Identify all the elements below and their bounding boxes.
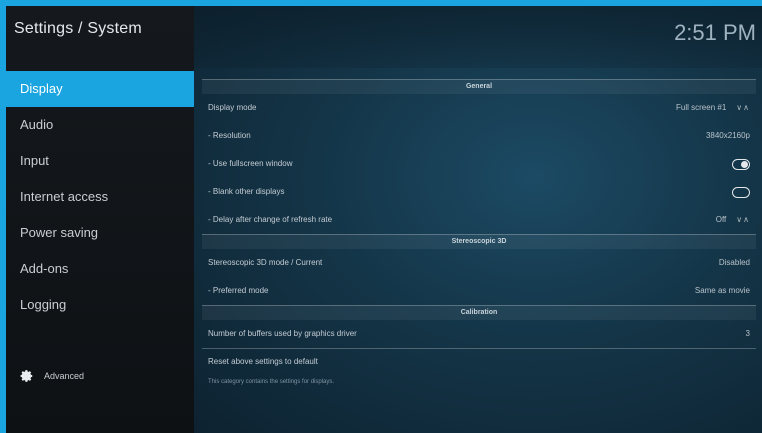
settings-panel: 2:51 PM General Display mode Full screen… — [194, 6, 762, 433]
setting-blank-other-displays[interactable]: - Blank other displays — [202, 178, 756, 206]
setting-refresh-delay[interactable]: - Delay after change of refresh rate Off… — [202, 206, 756, 234]
setting-value: Same as movie — [694, 286, 750, 295]
app-window: Settings / System Display Audio Input In… — [6, 6, 762, 433]
setting-label: Stereoscopic 3D mode / Current — [208, 258, 323, 267]
sidebar-item-add-ons[interactable]: Add-ons — [6, 251, 194, 287]
setting-use-fullscreen-window[interactable]: - Use fullscreen window — [202, 150, 756, 178]
reset-settings-button[interactable]: Reset above settings to default — [202, 348, 756, 375]
setting-label: Reset above settings to default — [208, 357, 318, 366]
toggle-off-icon[interactable] — [732, 186, 750, 198]
setting-value: Off — [715, 215, 727, 224]
setting-value: Disabled — [718, 258, 750, 267]
toggle-on-icon[interactable] — [732, 158, 750, 170]
setting-value: 3840x2160p — [705, 131, 750, 140]
gear-icon — [20, 370, 33, 382]
sidebar-item-internet-access[interactable]: Internet access — [6, 179, 194, 215]
setting-display-mode[interactable]: Display mode Full screen #1 ∨∧ — [202, 94, 756, 122]
setting-graphics-buffers[interactable]: Number of buffers used by graphics drive… — [202, 320, 756, 348]
advanced-label: Advanced — [44, 371, 85, 381]
section-header-general: General — [202, 79, 756, 94]
page-title: Settings / System — [14, 20, 142, 37]
section-header-calibration: Calibration — [202, 305, 756, 320]
setting-label: - Resolution — [208, 131, 251, 140]
settings-list: General Display mode Full screen #1 ∨∧ -… — [202, 79, 756, 389]
setting-stereoscopic-mode[interactable]: Stereoscopic 3D mode / Current Disabled — [202, 249, 756, 277]
spinner-arrows-icon[interactable]: ∨∧ — [736, 94, 750, 122]
setting-label: Display mode — [208, 103, 257, 112]
setting-resolution[interactable]: - Resolution 3840x2160p — [202, 122, 756, 150]
setting-label: Number of buffers used by graphics drive… — [208, 329, 357, 338]
sidebar-item-display[interactable]: Display — [6, 71, 194, 107]
sidebar-item-power-saving[interactable]: Power saving — [6, 215, 194, 251]
setting-value: Full screen #1 — [676, 103, 727, 112]
spinner-arrows-icon[interactable]: ∨∧ — [736, 206, 750, 234]
sidebar-nav: Display Audio Input Internet access Powe… — [6, 71, 194, 323]
help-text: This category contains the settings for … — [208, 379, 335, 385]
settings-level-button[interactable]: Advanced — [20, 366, 84, 386]
sidebar-item-input[interactable]: Input — [6, 143, 194, 179]
setting-preferred-mode[interactable]: - Preferred mode Same as movie — [202, 277, 756, 305]
clock: 2:51 PM — [674, 20, 756, 45]
setting-value: 3 — [745, 329, 750, 338]
sidebar: Settings / System Display Audio Input In… — [6, 6, 194, 433]
setting-label: - Delay after change of refresh rate — [208, 215, 333, 224]
sidebar-item-logging[interactable]: Logging — [6, 287, 194, 323]
section-header-stereoscopic-3d: Stereoscopic 3D — [202, 234, 756, 249]
setting-label: - Blank other displays — [208, 187, 285, 196]
setting-label: - Preferred mode — [208, 286, 269, 295]
setting-label: - Use fullscreen window — [208, 159, 293, 168]
sidebar-item-audio[interactable]: Audio — [6, 107, 194, 143]
